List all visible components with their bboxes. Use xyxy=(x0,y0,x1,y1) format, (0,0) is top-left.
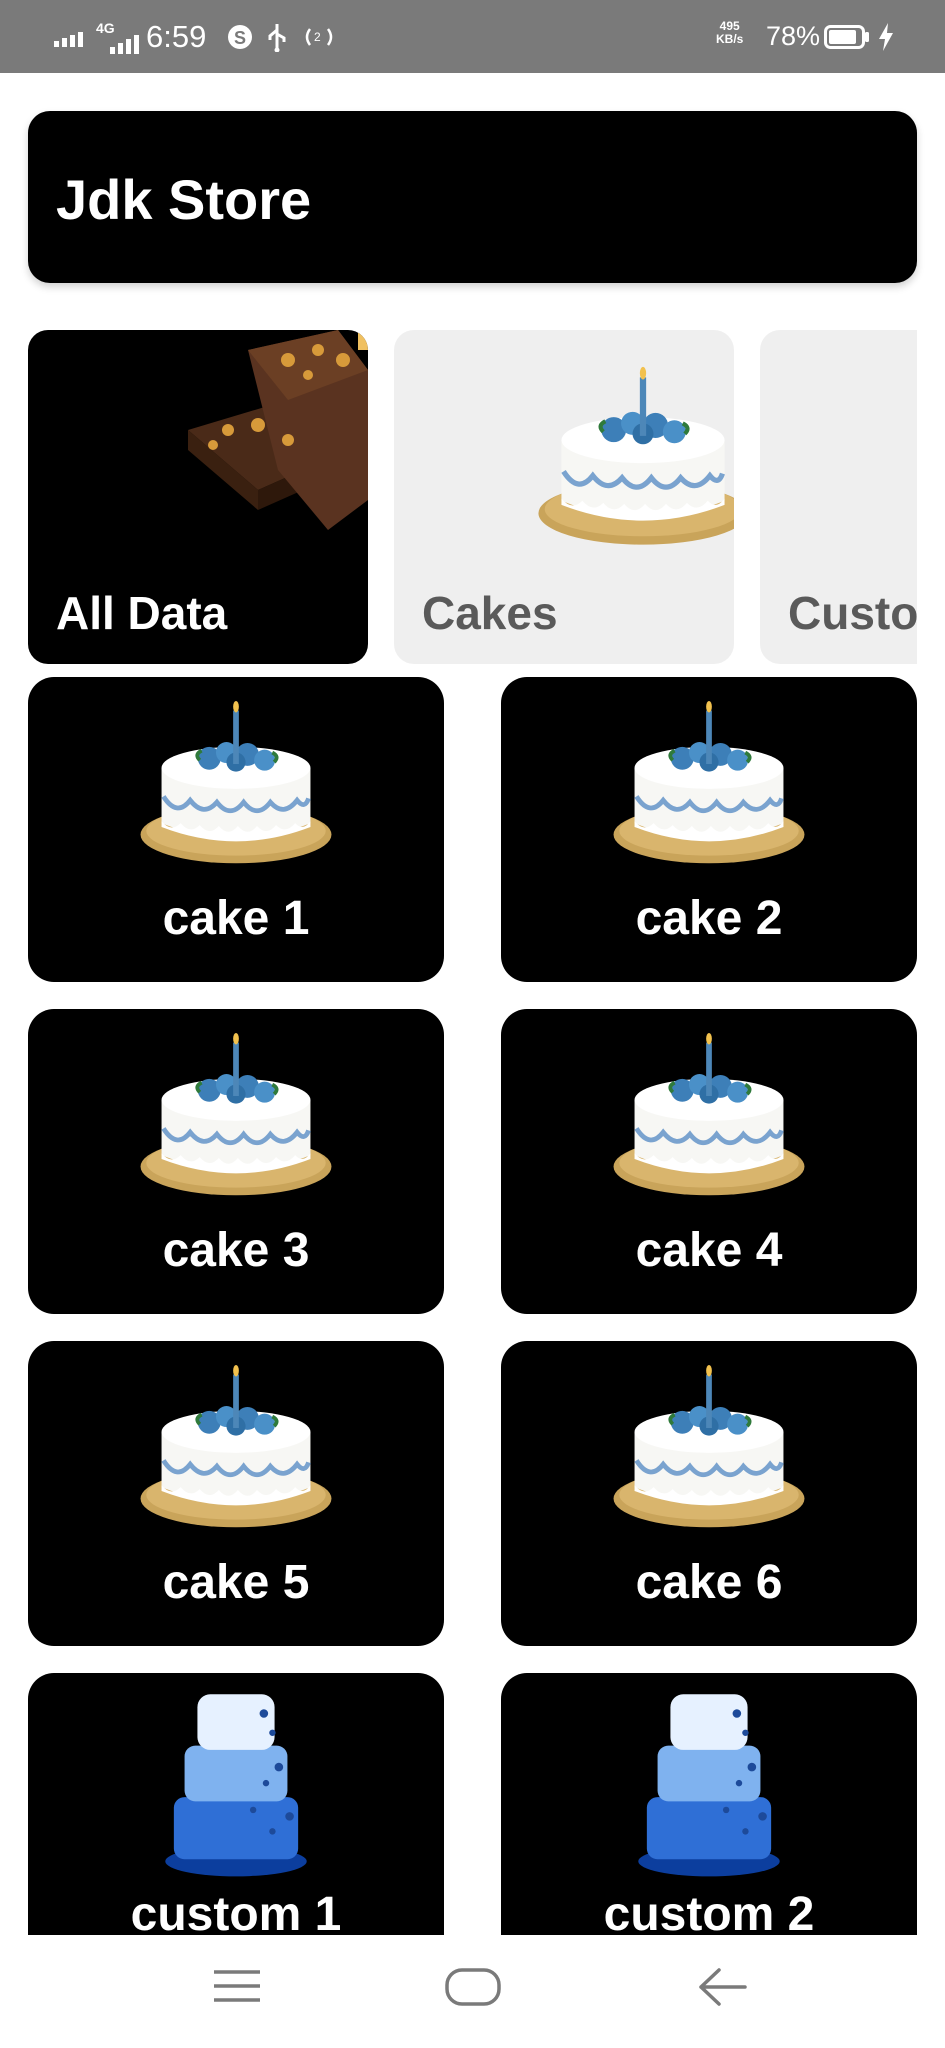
category-chip-all-data[interactable]: All Data xyxy=(28,330,368,664)
svg-text:S: S xyxy=(234,28,246,48)
4g-signal-icon: 4G xyxy=(96,0,140,73)
cake-image xyxy=(604,1017,814,1222)
cake-image xyxy=(131,685,341,890)
category-chip-cakes[interactable]: Cakes xyxy=(394,330,734,664)
product-card-cake-3[interactable]: cake 3 xyxy=(28,1009,444,1314)
battery-icon xyxy=(824,0,870,73)
cake-image xyxy=(604,685,814,890)
brownie-image xyxy=(168,330,368,545)
category-label: Cakes xyxy=(422,587,558,639)
status-bar: 4G 6:59 S 2 495 KB/s 78% xyxy=(0,0,945,73)
hotspot-icon: 2 xyxy=(304,0,334,73)
category-chip-custom[interactable]: Custo xyxy=(760,330,917,664)
product-card-cake-1[interactable]: cake 1 xyxy=(28,677,444,982)
tiered-cake-image xyxy=(634,1681,784,1886)
signal-icon xyxy=(54,0,88,73)
skype-icon: S xyxy=(226,0,254,73)
cake-image xyxy=(131,1349,341,1554)
tiered-cake-image xyxy=(161,1681,311,1886)
product-card-cake-4[interactable]: cake 4 xyxy=(501,1009,917,1314)
category-label: Custo xyxy=(788,587,917,639)
status-time: 6:59 xyxy=(146,18,207,54)
net-speed-unit: KB/s xyxy=(716,32,744,46)
cake-image xyxy=(131,1017,341,1222)
product-label: cake 2 xyxy=(635,892,783,945)
product-card-custom-2[interactable]: custom 2 xyxy=(501,1673,917,1935)
product-label: cake 5 xyxy=(162,1556,310,1609)
cake-image xyxy=(528,336,734,591)
product-label: cake 1 xyxy=(162,892,310,945)
header-card: Jdk Store xyxy=(28,111,917,283)
usb-icon xyxy=(266,0,288,73)
product-card-cake-6[interactable]: cake 6 xyxy=(501,1341,917,1646)
menu-icon[interactable] xyxy=(212,1966,262,2011)
product-label: custom 1 xyxy=(130,1888,342,1935)
cake-image xyxy=(604,1349,814,1554)
system-nav-bar xyxy=(0,1936,945,2048)
product-card-custom-1[interactable]: custom 1 xyxy=(28,1673,444,1935)
svg-text:4G: 4G xyxy=(96,20,115,36)
category-label: All Data xyxy=(56,587,228,639)
product-card-cake-5[interactable]: cake 5 xyxy=(28,1341,444,1646)
product-label: custom 2 xyxy=(603,1888,815,1935)
page-title: Jdk Store xyxy=(56,168,312,231)
product-label: cake 6 xyxy=(635,1556,783,1609)
product-label: cake 4 xyxy=(635,1224,783,1277)
back-icon[interactable] xyxy=(697,1966,747,2013)
home-icon[interactable] xyxy=(445,1966,501,2013)
product-card-cake-2[interactable]: cake 2 xyxy=(501,677,917,982)
svg-text:2: 2 xyxy=(314,30,321,44)
net-speed: 495 KB/s xyxy=(716,20,743,46)
charging-icon xyxy=(878,0,894,73)
battery-percent: 78% xyxy=(766,21,821,51)
product-label: cake 3 xyxy=(162,1224,310,1277)
